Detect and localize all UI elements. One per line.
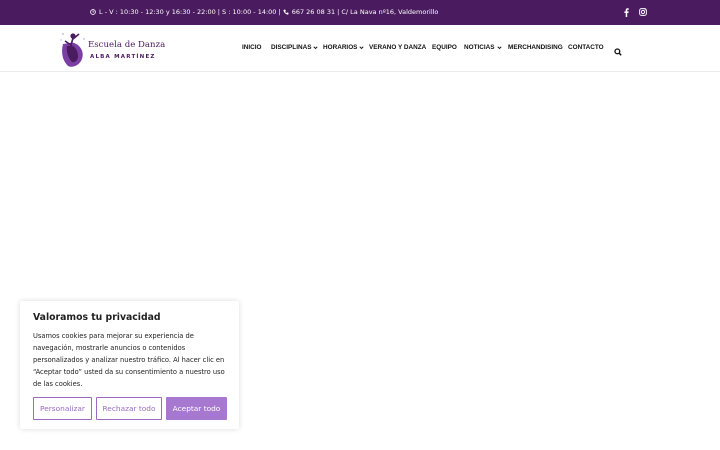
phone-number[interactable]: 667 26 08 31	[292, 8, 335, 16]
search-button[interactable]	[613, 44, 622, 56]
nav-item-contacto[interactable]: CONTACTO	[568, 44, 604, 51]
contact-info: L - V : 10:30 - 12:30 y 16:30 - 22:00 | …	[90, 8, 438, 16]
top-info-bar: L - V : 10:30 - 12:30 y 16:30 - 22:00 | …	[0, 0, 720, 25]
search-icon	[613, 48, 622, 56]
facebook-link[interactable]	[621, 6, 631, 18]
address: | C/ La Nava nº16, Valdemorillo	[337, 8, 439, 16]
instagram-icon	[639, 8, 647, 16]
cookie-consent-dialog: Valoramos tu privacidad Usamos cookies p…	[20, 301, 239, 429]
clock-icon	[90, 9, 96, 15]
nav-item-label: HORARIOS	[323, 44, 358, 51]
logo-title: Escuela de Danza	[88, 40, 166, 50]
customize-button[interactable]: Personalizar	[33, 397, 92, 420]
logo-subtitle: ALBA MARTÍNEZ	[90, 54, 156, 60]
chevron-down-icon	[496, 46, 502, 50]
dancer-logo-icon	[60, 33, 85, 67]
nav-item-equipo[interactable]: EQUIPO	[432, 44, 457, 51]
nav-item-noticias[interactable]: NOTICIAS	[464, 44, 502, 51]
nav-item-label: NOTICIAS	[464, 44, 495, 51]
nav-item-disciplinas[interactable]: DISCIPLINAS	[271, 44, 319, 51]
cookie-message: Usamos cookies para mejorar su experienc…	[33, 332, 225, 388]
reject-all-button[interactable]: Rechazar todo	[96, 397, 162, 420]
nav-item-inicio[interactable]: INICIO	[242, 44, 262, 51]
chevron-down-icon	[313, 46, 319, 50]
cookie-title: Valoramos tu privacidad	[33, 312, 161, 323]
site-logo[interactable]: Escuela de Danza ALBA MARTÍNEZ	[58, 30, 168, 68]
nav-item-label: INICIO	[242, 44, 262, 51]
nav-item-label: CONTACTO	[568, 44, 604, 51]
facebook-icon	[623, 7, 629, 17]
chevron-down-icon	[359, 46, 365, 50]
nav-item-label: VERANO Y DANZA	[369, 44, 427, 51]
opening-hours: L - V : 10:30 - 12:30 y 16:30 - 22:00 | …	[99, 8, 281, 16]
nav-item-label: MERCHANDISING	[508, 44, 563, 51]
site-header: Escuela de Danza ALBA MARTÍNEZ INICIO DI…	[0, 25, 720, 72]
accept-all-button[interactable]: Aceptar todo	[166, 397, 227, 420]
nav-item-merchandising[interactable]: MERCHANDISING	[508, 44, 563, 51]
nav-item-horarios[interactable]: HORARIOS	[323, 44, 365, 51]
nav-item-verano-y-danza[interactable]: VERANO Y DANZA	[369, 44, 426, 51]
phone-icon	[283, 9, 289, 15]
instagram-link[interactable]	[638, 6, 648, 18]
nav-item-label: DISCIPLINAS	[271, 44, 312, 51]
nav-item-label: EQUIPO	[432, 44, 457, 51]
